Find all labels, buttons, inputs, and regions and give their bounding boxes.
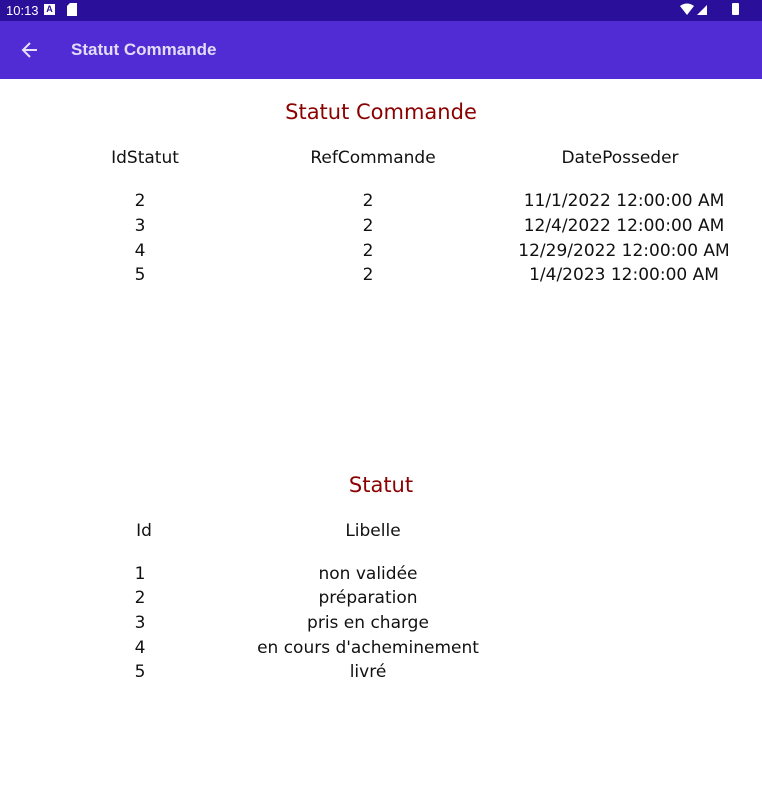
signal-icon <box>697 5 707 15</box>
cell-idstatut: 3 <box>134 216 146 236</box>
status-bar: 10:13 A <box>0 0 762 21</box>
cell-libelle: préparation <box>318 588 418 608</box>
column-header-libelle: Libelle <box>345 521 401 541</box>
cell-id: 4 <box>134 638 146 658</box>
column-header-id: Id <box>136 521 152 541</box>
cell-id: 2 <box>134 588 146 608</box>
cell-refcommande: 2 <box>362 241 374 261</box>
column-header-idstatut: IdStatut <box>111 148 179 168</box>
column-header-dateposseder: DatePosseder <box>561 148 679 168</box>
cell-libelle: en cours d'acheminement <box>257 638 479 658</box>
cell-refcommande: 2 <box>362 216 374 236</box>
statut-title: Statut <box>348 473 414 497</box>
cell-dateposseder: 1/4/2023 12:00:00 AM <box>529 265 719 285</box>
column-header-refcommande: RefCommande <box>310 148 436 168</box>
cell-dateposseder: 11/1/2022 12:00:00 AM <box>523 191 725 211</box>
a-badge-icon: A <box>44 4 55 15</box>
cell-id: 5 <box>134 662 146 682</box>
cell-dateposseder: 12/4/2022 12:00:00 AM <box>523 216 725 236</box>
app-bar: Statut Commande <box>0 21 762 79</box>
statut-commande-title: Statut Commande <box>285 100 477 124</box>
cell-id: 1 <box>134 564 146 584</box>
arrow-left-icon[interactable] <box>20 40 40 60</box>
sd-card-icon <box>67 3 77 16</box>
cell-refcommande: 2 <box>362 191 374 211</box>
battery-icon <box>732 3 739 15</box>
cell-idstatut: 2 <box>134 191 146 211</box>
cell-refcommande: 2 <box>362 265 374 285</box>
wifi-icon <box>680 3 707 15</box>
cell-id: 3 <box>134 613 146 633</box>
cell-dateposseder: 12/29/2022 12:00:00 AM <box>518 241 730 261</box>
page-title: Statut Commande <box>71 40 217 59</box>
cell-idstatut: 4 <box>134 241 146 261</box>
cell-libelle: pris en charge <box>307 613 429 633</box>
cell-idstatut: 5 <box>134 265 146 285</box>
status-time: 10:13 <box>6 3 39 18</box>
cell-libelle: livré <box>349 662 387 682</box>
cell-libelle: non validée <box>318 564 418 584</box>
